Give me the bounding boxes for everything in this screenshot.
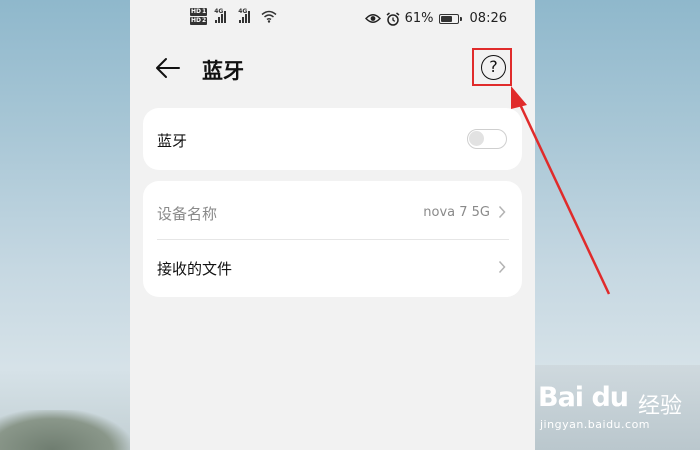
page-header: 蓝牙 ? (130, 45, 535, 93)
battery-fill (440, 15, 452, 22)
toggle-knob (469, 131, 484, 146)
received-files-label: 接收的文件 (157, 260, 233, 278)
battery-icon (438, 13, 462, 24)
bluetooth-label: 蓝牙 (157, 132, 188, 150)
status-right-group: 61% 08:26 (364, 11, 507, 26)
hd-badge-2: HD 2 (190, 17, 208, 25)
back-button[interactable] (154, 55, 184, 83)
arrow-left-icon (156, 58, 180, 78)
phone-screen: HD 1 HD 2 4G 4G 61% 08:26 蓝牙 ? 蓝牙 设备名称 n… (130, 0, 535, 450)
device-name-value: nova 7 5G (423, 205, 490, 220)
sim-number: 2 (202, 17, 207, 24)
battery-percent: 61% (404, 11, 434, 26)
device-name-row[interactable]: 设备名称 nova 7 5G (143, 181, 522, 239)
jingyan-text: 经验 (638, 394, 683, 419)
signal-1-icon: 4G (214, 8, 229, 23)
page-title: 蓝牙 (202, 59, 244, 83)
received-files-row[interactable]: 接收的文件 (143, 240, 522, 297)
background-hill-left (0, 410, 130, 450)
hd-label: HD (191, 8, 202, 15)
question-circle-icon: ? (489, 57, 498, 76)
hd-label: HD (191, 17, 202, 24)
alarm-icon (386, 11, 400, 26)
hd-badges: HD 1 HD 2 (190, 8, 208, 25)
sim-number: 1 (202, 8, 207, 15)
signal-2-icon: 4G (238, 8, 253, 23)
wifi-icon (261, 10, 277, 23)
device-card: 设备名称 nova 7 5G 接收的文件 (143, 181, 522, 297)
baidu-jingyan-watermark: Bai du 经验 jingyan.baidu.com (538, 378, 698, 438)
network-label: 4G (214, 8, 224, 15)
watermark-url: jingyan.baidu.com (540, 418, 651, 431)
status-left-group: HD 1 HD 2 4G 4G (190, 8, 277, 25)
device-name-label: 设备名称 (157, 205, 218, 223)
network-label: 4G (238, 8, 248, 15)
help-button[interactable]: ? (481, 55, 506, 80)
status-bar: HD 1 HD 2 4G 4G 61% 08:26 (130, 0, 535, 40)
chevron-right-icon (498, 205, 506, 219)
clock: 08:26 (469, 11, 507, 26)
bluetooth-toggle[interactable] (467, 129, 507, 149)
eye-icon (364, 14, 381, 23)
chevron-right-icon (498, 260, 506, 274)
bluetooth-card: 蓝牙 (143, 108, 522, 170)
baidu-logo: Bai du (538, 382, 629, 413)
hd-badge-1: HD 1 (190, 8, 208, 16)
